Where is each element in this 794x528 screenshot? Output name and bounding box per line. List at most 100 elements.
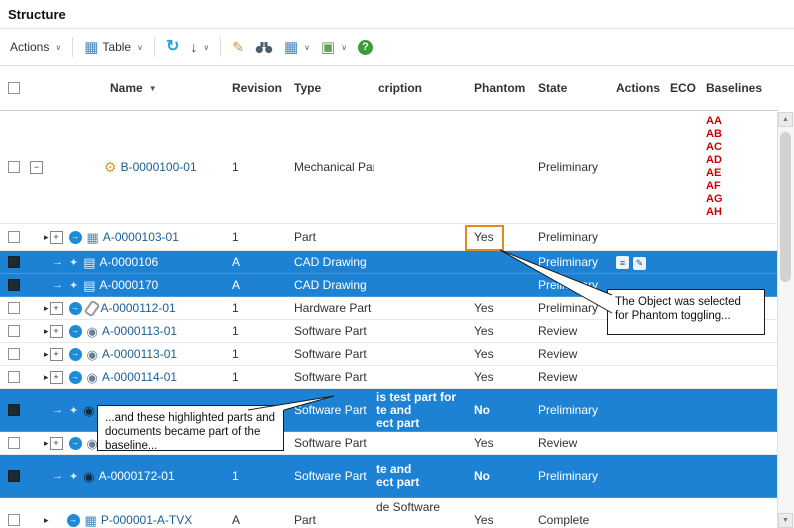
row-checkbox[interactable] (8, 256, 20, 268)
type-cell: CAD Drawing (290, 255, 374, 269)
expand-icon[interactable]: + (50, 371, 63, 384)
baseline-label[interactable]: AF (706, 180, 778, 193)
object-link[interactable]: A-0000172-01 (99, 469, 175, 483)
table-row[interactable]: −⚙B-0000100-011Mechanical PartPreliminar… (0, 111, 778, 224)
expand-icon[interactable]: + (50, 302, 63, 315)
table-row[interactable]: →✦▤A-0000106ACAD DrawingPreliminary≡✎ (0, 251, 778, 274)
table-menu[interactable]: ▦ Table ∨ (84, 40, 143, 55)
baselines-cell (702, 366, 778, 388)
expand-arrow-icon[interactable]: ▸ (44, 372, 49, 383)
row-checkbox[interactable] (8, 371, 20, 383)
expand-icon[interactable]: + (50, 348, 63, 361)
row-checkbox[interactable] (8, 302, 20, 314)
scroll-down-button[interactable]: ▼ (778, 513, 793, 528)
refresh-icon[interactable]: ↻ (166, 39, 179, 55)
row-checkbox[interactable] (8, 404, 20, 416)
description-line: is test part for (376, 391, 470, 404)
expand-arrow-icon[interactable]: ▸ (44, 232, 49, 243)
state-cell: Preliminary (534, 278, 612, 292)
column-header-name[interactable]: Name ▼ (28, 81, 228, 95)
callout-baseline: ...and these highlighted parts and docum… (97, 405, 284, 451)
name-cell: ▸+→▦A-0000103-01 (28, 230, 228, 244)
expand-arrow-icon[interactable]: ▸ (44, 303, 49, 314)
baseline-label[interactable]: AG (706, 193, 778, 206)
subscribe-icon[interactable]: ≡ (616, 256, 629, 269)
object-link[interactable]: A-0000170 (100, 278, 159, 292)
state-cell: Complete (534, 513, 612, 527)
scroll-up-button[interactable]: ▲ (778, 112, 793, 127)
row-checkbox[interactable] (8, 348, 20, 360)
table-row[interactable]: ▸+→◉A-0000114-011Software PartYesReview (0, 366, 778, 389)
phantom-cell: No (470, 469, 534, 483)
row-checkbox[interactable] (8, 514, 20, 526)
object-link[interactable]: B-0000100-01 (121, 160, 197, 174)
object-link[interactable]: A-0000112-01 (101, 301, 176, 315)
expand-arrow-icon[interactable]: ▸ (44, 349, 49, 360)
find-icon[interactable] (255, 41, 273, 54)
software-part-icon: ◉ (87, 348, 98, 361)
object-link[interactable]: A-0000114-01 (102, 370, 177, 384)
column-header-type[interactable]: Type (290, 81, 374, 95)
column-header-eco[interactable]: ECO (666, 81, 702, 95)
column-header-actions[interactable]: Actions (612, 81, 666, 95)
sort-desc-icon: ▼ (149, 84, 157, 93)
scrollbar-thumb[interactable] (780, 132, 791, 282)
object-link[interactable]: A-0000103-01 (103, 230, 179, 244)
column-header-state[interactable]: State (534, 81, 612, 95)
collapse-icon[interactable]: − (30, 161, 43, 174)
baseline-label[interactable]: AH (706, 206, 778, 219)
row-checkbox[interactable] (8, 470, 20, 482)
description-line: ect part (376, 417, 470, 430)
column-header-baselines[interactable]: Baselines (702, 81, 778, 95)
row-checkbox[interactable] (8, 437, 20, 449)
help-icon[interactable]: ? (358, 40, 373, 55)
table-row[interactable]: ▸+→▦A-0000103-011PartYesPreliminary (0, 224, 778, 251)
baseline-label[interactable]: AA (706, 115, 778, 128)
status-globe-icon: → (69, 437, 82, 450)
actions-menu[interactable]: Actions ∨ (10, 40, 61, 54)
sort-icon: ↓ (190, 40, 197, 54)
status-pin-icon: ✦ (69, 470, 78, 483)
expand-arrow-icon[interactable]: ▸ (44, 438, 49, 449)
table-row[interactable]: ▸→▦P-000001-A-TVXAPartde SoftwareYesComp… (0, 498, 778, 528)
row-checkbox[interactable] (8, 279, 20, 291)
baseline-label[interactable]: AD (706, 154, 778, 167)
baseline-label[interactable]: AC (706, 141, 778, 154)
revision-cell: A (228, 278, 290, 292)
expand-icon[interactable]: + (50, 325, 63, 338)
state-cell: Preliminary (534, 403, 612, 417)
column-header-revision[interactable]: Revision (228, 81, 290, 95)
name-cell: ▸+→A-0000112-01 (28, 301, 228, 316)
object-link[interactable]: P-000001-A-TVX (101, 513, 192, 527)
phantom-cell: Yes (470, 301, 534, 315)
expand-icon[interactable]: + (50, 231, 63, 244)
sort-menu[interactable]: ↓ ∨ (190, 40, 209, 54)
object-link[interactable]: A-0000106 (100, 255, 159, 269)
phantom-cell: Yes (470, 436, 534, 450)
row-checkbox[interactable] (8, 161, 20, 173)
edit-icon[interactable]: ✎ (232, 40, 244, 54)
expand-arrow-icon[interactable]: ▸ (44, 326, 49, 337)
related-objects-menu[interactable]: ▣ ∨ (321, 40, 347, 55)
baseline-label[interactable]: AE (706, 167, 778, 180)
baseline-label[interactable]: AB (706, 128, 778, 141)
revision-cell: 1 (228, 347, 290, 361)
report-icon[interactable]: ✎ (633, 257, 646, 270)
type-cell: Software Part (290, 324, 374, 338)
display-menu[interactable]: ▦ ∨ (284, 40, 310, 55)
phantom-cell: Yes (470, 324, 534, 338)
column-header-description[interactable]: cription (374, 81, 470, 95)
table-row[interactable]: ▸+→◉A-0000113-011Software PartYesReview (0, 343, 778, 366)
column-header-phantom[interactable]: Phantom (470, 81, 534, 95)
object-link[interactable]: A-0000113-01 (102, 324, 177, 338)
vertical-scrollbar[interactable]: ▲ ▼ (777, 112, 794, 528)
type-cell: Software Part (290, 436, 374, 450)
row-checkbox[interactable] (8, 325, 20, 337)
row-checkbox[interactable] (8, 231, 20, 243)
select-all-checkbox[interactable] (8, 82, 20, 94)
page-title: Structure (0, 0, 794, 28)
table-row[interactable]: →✦◉A-0000172-011Software Partte andect p… (0, 455, 778, 498)
object-link[interactable]: A-0000113-01 (102, 347, 177, 361)
expand-icon[interactable]: + (50, 437, 63, 450)
expand-arrow-icon[interactable]: ▸ (44, 515, 49, 526)
